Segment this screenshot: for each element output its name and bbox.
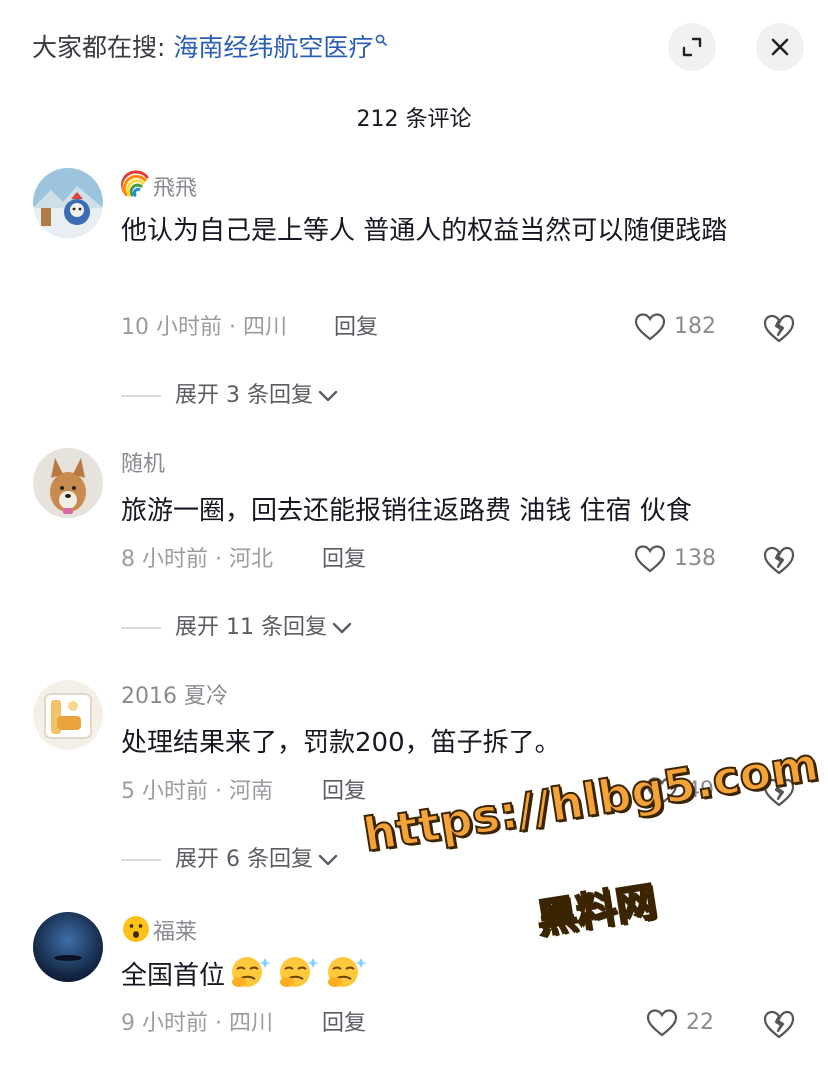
- like-button[interactable]: 22: [646, 1008, 714, 1038]
- broken-heart-icon[interactable]: [762, 775, 796, 809]
- hushed-face-icon: [123, 916, 149, 942]
- username-text: 2016 夏冷: [121, 684, 228, 709]
- thinking-smirk-sticker-icon: [328, 957, 368, 987]
- like-button[interactable]: 182: [634, 312, 716, 342]
- expand-button[interactable]: [668, 23, 716, 71]
- comment-text: 他认为自己是上等人 普通人的权益当然可以随便践踏: [121, 216, 728, 246]
- heart-outline-icon: [646, 1009, 678, 1037]
- avatar[interactable]: [33, 912, 103, 982]
- thinking-smirk-sticker-icon: [232, 957, 272, 987]
- reply-button[interactable]: 回复: [322, 777, 366, 807]
- search-suggestion[interactable]: 大家都在搜: 海南经纬航空医疗: [32, 30, 388, 66]
- divider-line: [121, 395, 161, 397]
- expand-arrows-icon: [682, 37, 702, 57]
- reply-button[interactable]: 回复: [322, 545, 366, 575]
- broken-heart-icon[interactable]: [762, 1007, 796, 1041]
- comment-text: 旅游一圈，回去还能报销往返路费 油钱 住宿 伙食: [121, 496, 692, 526]
- expand-replies-button[interactable]: 展开 3 条回复: [121, 381, 339, 411]
- like-count: 138: [674, 546, 716, 571]
- expand-replies-button[interactable]: 展开 11 条回复: [121, 613, 353, 643]
- like-count: 22: [686, 1010, 714, 1035]
- chevron-down-icon: [318, 390, 338, 402]
- avatar[interactable]: [33, 168, 103, 238]
- close-icon: [771, 38, 789, 56]
- comment-meta: 8 小时前 · 河北: [121, 547, 273, 572]
- divider-line: [121, 859, 161, 861]
- username-text: 福莱: [153, 920, 198, 945]
- heart-outline-icon: [634, 313, 666, 341]
- close-button[interactable]: [756, 23, 804, 71]
- like-button[interactable]: 138: [634, 544, 716, 574]
- expand-replies-label: 展开 3 条回复: [175, 383, 313, 408]
- search-suggestion-term[interactable]: 海南经纬航空医疗: [173, 33, 373, 62]
- reply-button[interactable]: 回复: [334, 313, 378, 343]
- comment-username[interactable]: 福莱: [121, 914, 197, 948]
- rainbow-icon: [121, 170, 150, 198]
- chevron-down-icon: [318, 854, 338, 866]
- reply-button[interactable]: 回复: [322, 1009, 366, 1039]
- chevron-down-icon: [332, 622, 352, 634]
- expand-replies-label: 展开 6 条回复: [175, 847, 313, 872]
- expand-replies-label: 展开 11 条回复: [175, 615, 327, 640]
- avatar[interactable]: [33, 448, 103, 518]
- magnifier-icon: [375, 34, 388, 46]
- heart-outline-icon: [646, 777, 678, 805]
- comment-username[interactable]: 随机: [121, 450, 165, 480]
- comment-meta: 9 小时前 · 四川: [121, 1011, 273, 1036]
- like-button[interactable]: 49: [646, 776, 714, 806]
- expand-replies-button[interactable]: 展开 6 条回复: [121, 845, 339, 875]
- username-text: 飛飛: [153, 176, 198, 201]
- avatar-image: [33, 168, 103, 238]
- avatar-image: [33, 912, 103, 982]
- comment-meta: 10 小时前 · 四川: [121, 315, 287, 340]
- like-count: 49: [686, 778, 714, 803]
- comment-meta: 5 小时前 · 河南: [121, 779, 273, 804]
- search-suggestion-prefix: 大家都在搜:: [32, 33, 174, 62]
- username-text: 随机: [121, 452, 166, 477]
- comment-count-title: 212 条评论: [356, 107, 472, 132]
- broken-heart-icon[interactable]: [762, 543, 796, 577]
- comment-username[interactable]: 飛飛: [121, 170, 197, 204]
- comment-text-body: 全国首位: [121, 961, 226, 991]
- comment-text: 处理结果来了，罚款200，笛子拆了。: [121, 728, 561, 758]
- like-count: 182: [674, 314, 716, 339]
- watermark-name: 黑料网: [533, 878, 661, 944]
- broken-heart-icon[interactable]: [762, 311, 796, 345]
- watermark: https://hlbg5.com 黑料网: [359, 736, 823, 944]
- heart-outline-icon: [634, 545, 666, 573]
- comment-text: 全国首位: [121, 952, 791, 999]
- thinking-smirk-sticker-icon: [280, 957, 320, 987]
- avatar-image: [33, 680, 103, 750]
- divider-line: [121, 627, 161, 629]
- comment-username[interactable]: 2016 夏冷: [121, 682, 228, 712]
- avatar-image: [33, 448, 103, 518]
- avatar[interactable]: [33, 680, 103, 750]
- top-bar: 大家都在搜: 海南经纬航空医疗: [0, 0, 828, 96]
